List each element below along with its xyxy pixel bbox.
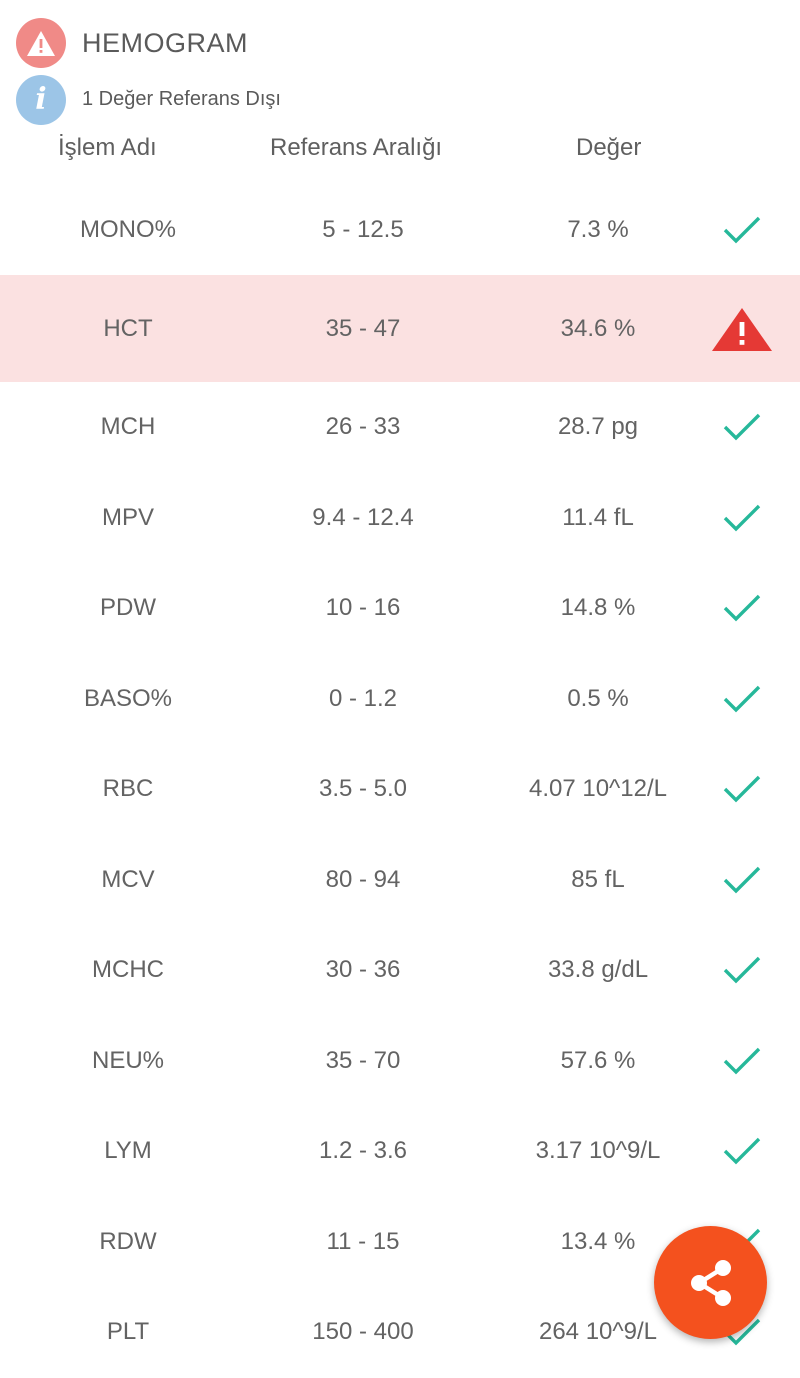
reference-range: 30 - 36 xyxy=(325,956,401,984)
test-name: PDW xyxy=(100,594,156,622)
table-row-alert[interactable]: HCT 35 - 47 34.6 % xyxy=(0,275,800,382)
test-name: MCHC xyxy=(92,956,164,984)
status-cell xyxy=(710,1016,774,1107)
status-cell xyxy=(710,275,774,382)
status-cell xyxy=(710,925,774,1016)
check-icon xyxy=(723,216,761,244)
table-row[interactable]: MPV 9.4 - 12.4 11.4 fL xyxy=(0,473,800,564)
reference-range: 11 - 15 xyxy=(326,1227,400,1255)
table-row[interactable]: MCHC 30 - 36 33.8 g/dL xyxy=(0,925,800,1016)
check-icon xyxy=(723,685,761,713)
status-cell xyxy=(710,382,774,473)
warning-icon xyxy=(712,307,772,351)
test-name: RBC xyxy=(102,775,154,803)
status-cell xyxy=(710,473,774,564)
status-cell xyxy=(710,744,774,835)
status-cell xyxy=(710,1106,774,1197)
test-value: 4.07 10^12/L xyxy=(528,775,668,803)
test-value: 0.5 % xyxy=(567,684,629,712)
test-name: NEU% xyxy=(91,1046,164,1074)
table-row[interactable]: BASO% 0 - 1.2 0.5 % xyxy=(0,654,800,745)
test-value: 11.4 fL xyxy=(562,503,634,531)
test-name: MCV xyxy=(101,865,155,893)
check-icon xyxy=(723,504,761,532)
reference-range: 26 - 33 xyxy=(325,413,401,441)
check-icon xyxy=(723,1047,761,1075)
out-of-range-summary: 1 Değer Referans Dışı xyxy=(82,87,281,110)
status-cell xyxy=(710,185,774,275)
reference-range: 9.4 - 12.4 xyxy=(312,503,414,531)
table-row[interactable]: MONO% 5 - 12.5 7.3 % xyxy=(0,185,800,275)
test-name: BASO% xyxy=(83,684,173,712)
share-icon xyxy=(690,1259,731,1306)
results-table: MONO% 5 - 12.5 7.3 % HCT 35 - 47 34.6 % … xyxy=(0,185,800,1378)
status-cell xyxy=(710,835,774,926)
share-button[interactable] xyxy=(654,1226,767,1339)
test-value: 3.17 10^9/L xyxy=(535,1137,661,1165)
check-icon xyxy=(723,957,761,984)
check-icon xyxy=(723,1138,761,1165)
check-icon xyxy=(723,776,761,803)
column-header-value: Değer xyxy=(576,134,642,161)
test-value: 7.3 % xyxy=(567,216,629,243)
test-value: 14.8 % xyxy=(560,594,636,622)
check-icon xyxy=(723,595,761,622)
test-name: HCT xyxy=(103,314,153,342)
table-row[interactable]: MCH 26 - 33 28.7 pg xyxy=(0,382,800,473)
test-name: MONO% xyxy=(80,216,176,243)
table-row[interactable]: LYM 1.2 - 3.6 3.17 10^9/L xyxy=(0,1106,800,1197)
test-name: MCH xyxy=(100,413,156,441)
reference-range: 5 - 12.5 xyxy=(322,216,404,243)
reference-range: 80 - 94 xyxy=(325,865,401,893)
test-value: 33.8 g/dL xyxy=(547,956,649,984)
reference-range: 35 - 47 xyxy=(325,314,401,342)
status-cell xyxy=(710,654,774,745)
reference-range: 3.5 - 5.0 xyxy=(318,775,408,803)
test-value: 34.6 % xyxy=(560,314,636,342)
test-name: MPV xyxy=(101,503,154,531)
column-header-name: İşlem Adı xyxy=(58,134,157,161)
table-row[interactable]: RBC 3.5 - 5.0 4.07 10^12/L xyxy=(0,744,800,835)
table-row[interactable]: NEU% 35 - 70 57.6 % xyxy=(0,1016,800,1107)
page-title: HEMOGRAM xyxy=(82,27,248,58)
info-icon: i xyxy=(16,75,66,125)
reference-range: 0 - 1.2 xyxy=(328,684,398,712)
table-row[interactable]: PDW 10 - 16 14.8 % xyxy=(0,563,800,654)
section-header: HEMOGRAM xyxy=(16,18,248,68)
reference-range: 150 - 400 xyxy=(312,1318,414,1346)
reference-range: 10 - 16 xyxy=(325,594,401,622)
test-value: 28.7 pg xyxy=(557,413,639,441)
table-row[interactable]: MCV 80 - 94 85 fL xyxy=(0,835,800,926)
test-name: PLT xyxy=(106,1318,150,1346)
test-name: LYM xyxy=(104,1137,152,1165)
column-header-range: Referans Aralığı xyxy=(270,134,443,161)
test-value: 57.6 % xyxy=(560,1046,636,1074)
test-value: 85 fL xyxy=(571,865,625,893)
test-name: RDW xyxy=(99,1227,157,1255)
warning-icon xyxy=(16,18,66,68)
status-cell xyxy=(710,563,774,654)
check-icon xyxy=(723,866,761,894)
info-banner: i 1 Değer Referans Dışı xyxy=(16,75,281,125)
reference-range: 35 - 70 xyxy=(325,1046,401,1074)
reference-range: 1.2 - 3.6 xyxy=(318,1137,408,1165)
check-icon xyxy=(723,414,761,441)
